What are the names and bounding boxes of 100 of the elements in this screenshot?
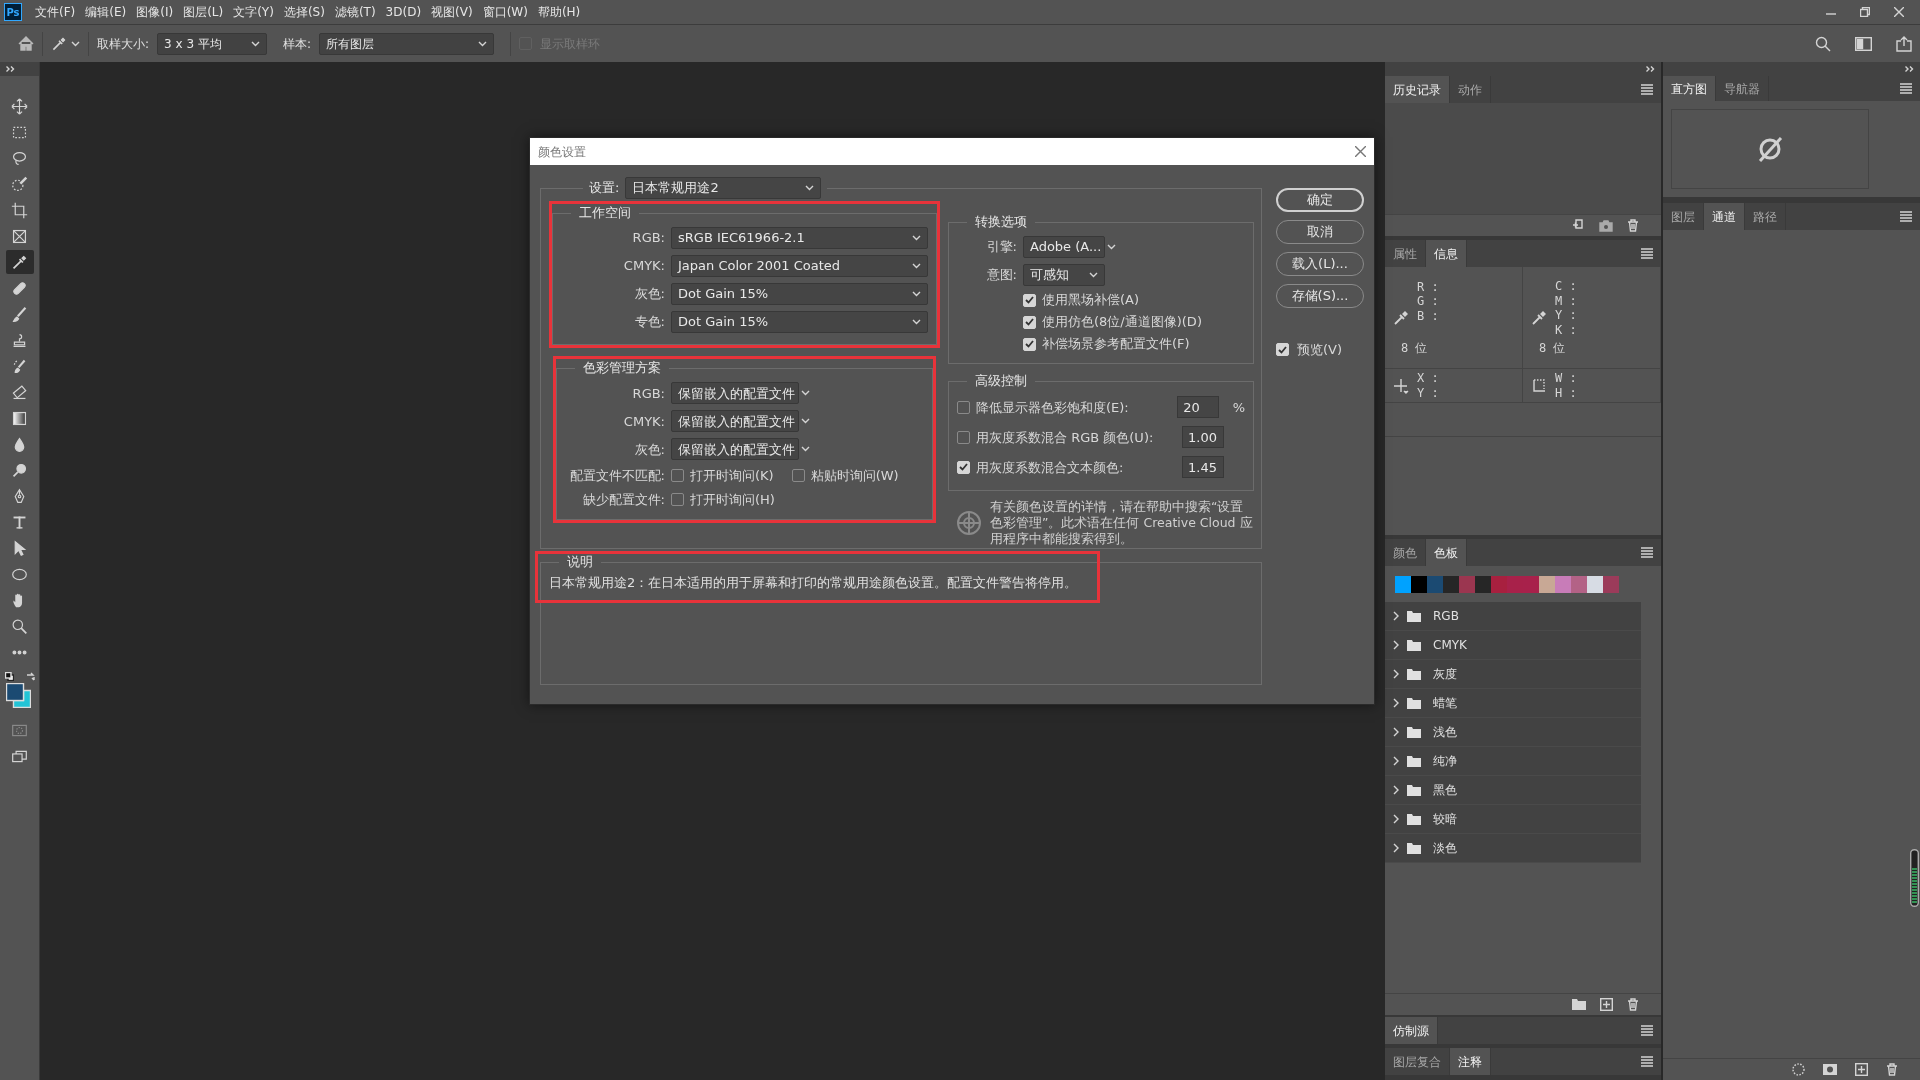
menu-item[interactable]: 3D(D) — [380, 3, 427, 21]
restore-icon[interactable] — [1860, 7, 1870, 17]
checkbox[interactable] — [671, 468, 684, 482]
panel-tab[interactable]: 注释 — [1450, 1048, 1491, 1075]
chevron-icon[interactable] — [1393, 698, 1399, 708]
color-swatch[interactable] — [1603, 575, 1619, 593]
close-icon[interactable] — [1355, 146, 1366, 157]
add-icon[interactable] — [1600, 998, 1613, 1011]
chevron-icon[interactable] — [1393, 640, 1399, 650]
home-icon[interactable] — [18, 36, 34, 51]
dropdown[interactable]: Japan Color 2001 Coated — [671, 255, 928, 278]
trash-icon[interactable] — [1627, 998, 1639, 1011]
panel-menu-icon[interactable] — [1641, 84, 1653, 95]
crosshair-icon[interactable] — [1393, 377, 1409, 394]
color-swatch[interactable] — [1475, 575, 1491, 593]
number-field[interactable]: 1.00 — [1182, 426, 1224, 449]
dropdown[interactable]: 日本常规用途2 — [625, 177, 822, 199]
panel-menu-icon[interactable] — [1641, 1025, 1653, 1036]
menu-item[interactable]: 帮助(H) — [532, 3, 586, 21]
color-swatch[interactable] — [1395, 575, 1411, 593]
menu-item[interactable]: 选择(S) — [278, 3, 330, 21]
dotted-rectangle-icon[interactable] — [1531, 377, 1547, 394]
swatch-group-row[interactable]: CMYK — [1385, 631, 1641, 660]
dropdown[interactable]: 3 x 3 平均 — [157, 32, 268, 55]
dotted-circle-icon[interactable] — [1792, 1063, 1805, 1076]
panel-tab[interactable]: 色板 — [1426, 539, 1467, 566]
dropdown[interactable]: Dot Gain 15% — [671, 311, 928, 334]
panel-tab[interactable]: 历史记录 — [1385, 76, 1450, 103]
panel-tab[interactable]: 通道 — [1704, 203, 1745, 230]
color-swatch[interactable] — [1539, 575, 1555, 593]
menu-item[interactable]: 滤镜(T) — [329, 3, 381, 21]
menu-item[interactable]: 编辑(E) — [80, 3, 132, 21]
eyedropper-icon[interactable] — [51, 35, 67, 52]
menu-item[interactable]: 文件(F) — [30, 3, 81, 21]
panel-tab[interactable]: 路径 — [1745, 203, 1786, 230]
chevron-icon[interactable] — [1393, 669, 1399, 679]
add-icon[interactable] — [1855, 1063, 1868, 1076]
checkbox[interactable] — [957, 430, 970, 444]
dropdown[interactable]: 可感知 — [1023, 264, 1105, 287]
number-field[interactable]: 1.45 — [1182, 456, 1224, 479]
color-swatch[interactable] — [1411, 575, 1427, 593]
dropdown[interactable]: 所有图层 — [319, 32, 495, 55]
chevron-icon[interactable] — [1393, 611, 1399, 621]
collapse-icon[interactable] — [6, 66, 15, 72]
swatch-group-row[interactable]: 灰度 — [1385, 660, 1641, 689]
eyedropper-icon[interactable] — [5, 250, 34, 274]
panel-menu-icon[interactable] — [1900, 83, 1912, 94]
trash-icon[interactable] — [1886, 1063, 1898, 1076]
number-field[interactable]: 20 — [1177, 396, 1219, 419]
color-swatch[interactable] — [1555, 575, 1571, 593]
swatch-group-row[interactable]: 黑色 — [1385, 776, 1641, 805]
dropdown[interactable]: Dot Gain 15% — [671, 283, 928, 306]
menu-item[interactable]: 文字(Y) — [228, 3, 279, 21]
mask-icon[interactable] — [1823, 1064, 1837, 1075]
panel-tab[interactable]: 信息 — [1426, 240, 1467, 267]
chevron-icon[interactable] — [1393, 727, 1399, 737]
foreground-color-swatch[interactable] — [5, 683, 24, 702]
panel-menu-icon[interactable] — [1641, 547, 1653, 558]
chevron-icon[interactable] — [1393, 756, 1399, 766]
trash-icon[interactable] — [1627, 219, 1639, 232]
swap-arrows-icon[interactable] — [25, 672, 35, 681]
panel-menu-icon[interactable] — [1900, 211, 1912, 222]
workspace-icon[interactable] — [1855, 36, 1872, 51]
color-swatch[interactable] — [1443, 575, 1459, 593]
collapse-icon[interactable] — [1646, 66, 1655, 72]
dialog-button[interactable]: 确定 — [1276, 188, 1364, 212]
chevron-icon[interactable] — [1393, 785, 1399, 795]
swatch-group-row[interactable]: 蜡笔 — [1385, 689, 1641, 718]
menu-item[interactable]: 窗口(W) — [477, 3, 533, 21]
swatch-group-row[interactable]: RGB — [1385, 602, 1641, 631]
folder-icon[interactable] — [1572, 999, 1586, 1010]
camera-icon[interactable] — [1599, 219, 1613, 232]
color-swatch[interactable] — [1587, 575, 1603, 593]
color-swatch[interactable] — [1507, 575, 1523, 593]
search-icon[interactable] — [1815, 35, 1831, 52]
panel-tab[interactable]: 导航器 — [1716, 76, 1769, 101]
color-swatch[interactable] — [1427, 575, 1443, 593]
swatch-group-row[interactable]: 淡色 — [1385, 834, 1641, 863]
collapse-icon[interactable] — [1905, 66, 1914, 72]
panel-menu-icon[interactable] — [1641, 1056, 1653, 1067]
swatch-group-row[interactable]: 浅色 — [1385, 718, 1641, 747]
panel-menu-icon[interactable] — [1641, 248, 1653, 259]
default-colors-icon[interactable] — [4, 672, 14, 681]
color-swatch[interactable] — [1459, 575, 1475, 593]
new-document-icon[interactable] — [1572, 219, 1585, 232]
panel-tab[interactable]: 直方图 — [1663, 76, 1716, 101]
swatch-group-row[interactable]: 较暗 — [1385, 805, 1641, 834]
menu-item[interactable]: 图层(L) — [178, 3, 229, 21]
color-swatch[interactable] — [1491, 575, 1507, 593]
menu-item[interactable]: 图像(I) — [131, 3, 179, 21]
menu-item[interactable]: 视图(V) — [426, 3, 478, 21]
checkbox[interactable] — [957, 400, 970, 414]
checkbox[interactable] — [671, 492, 684, 506]
swatch-group-row[interactable]: 纯净 — [1385, 747, 1641, 776]
eyedropper-icon[interactable] — [1393, 309, 1409, 326]
checkbox[interactable] — [791, 468, 805, 482]
dropdown[interactable]: sRGB IEC61966-2.1 — [671, 227, 928, 250]
color-swatch[interactable] — [1523, 575, 1539, 593]
chevron-icon[interactable] — [1393, 814, 1399, 824]
panel-tab[interactable]: 仿制源 — [1385, 1017, 1438, 1044]
